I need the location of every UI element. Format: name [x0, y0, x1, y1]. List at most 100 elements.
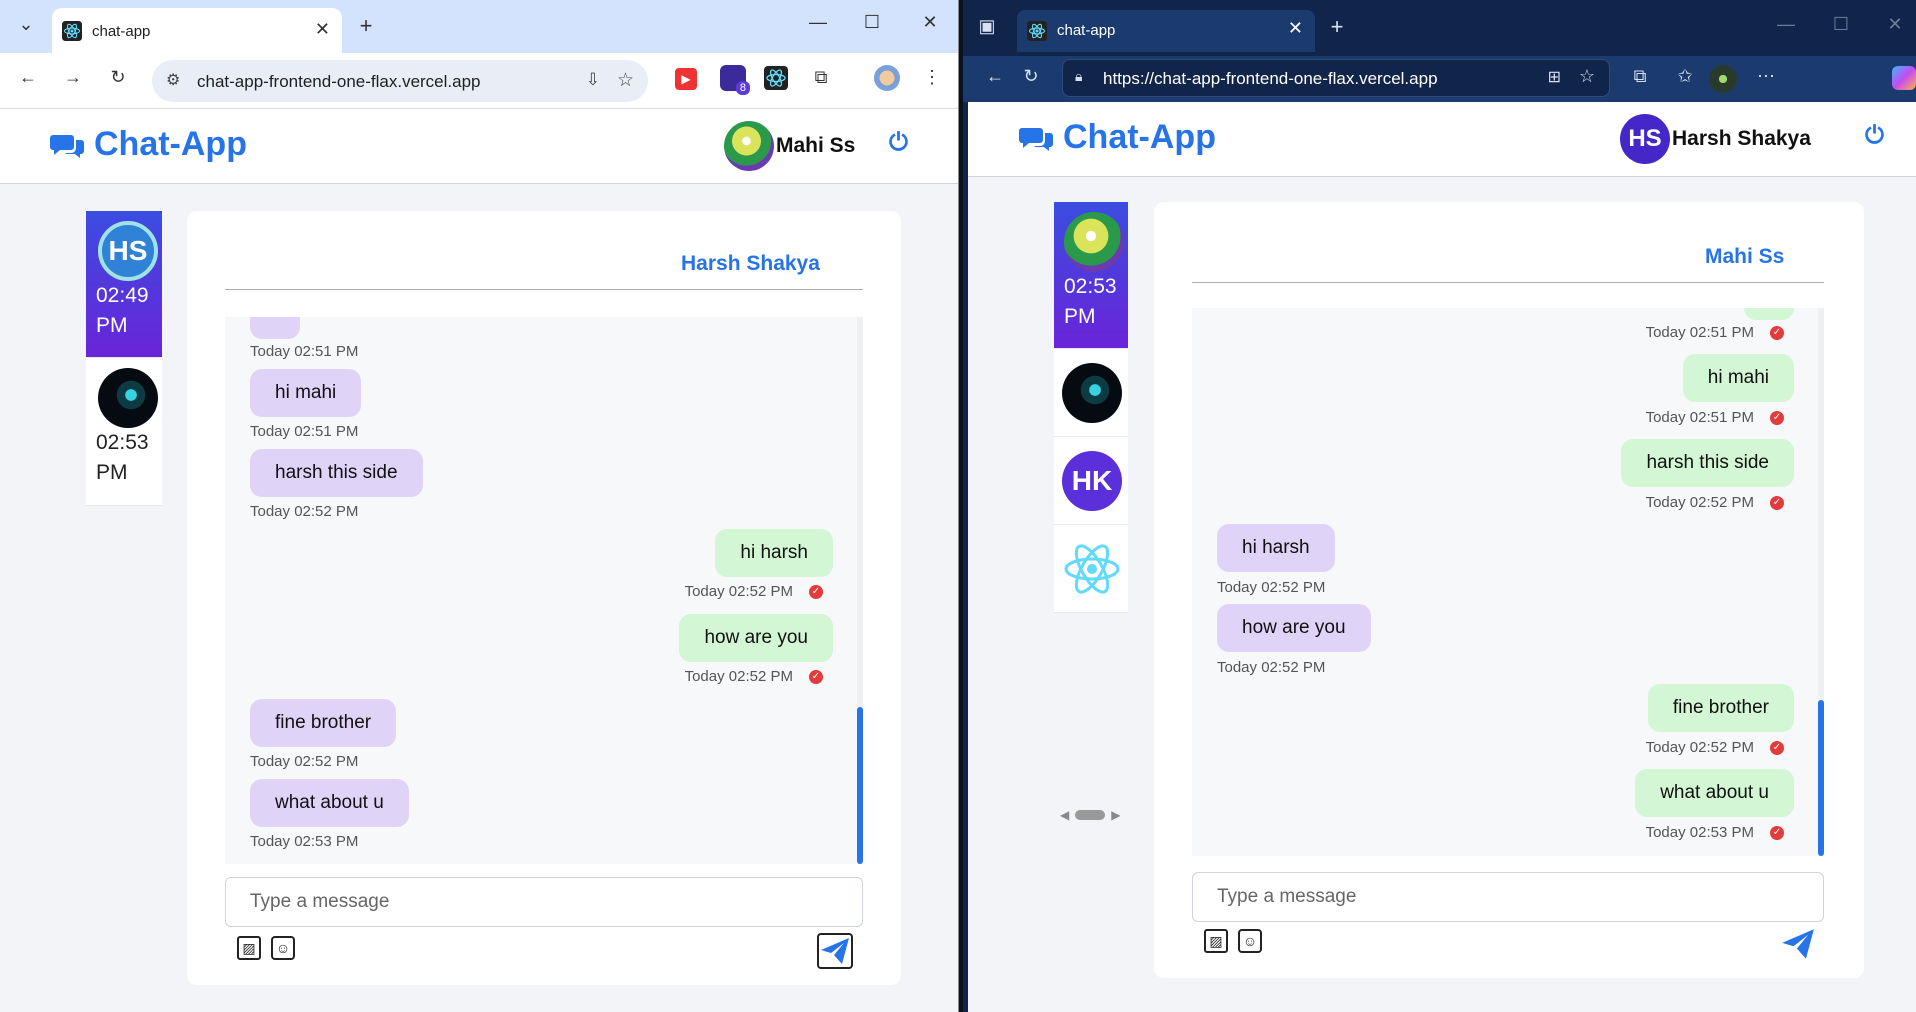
maximize-icon[interactable]: ☐ — [1829, 14, 1853, 35]
address-bar[interactable]: ⚙ chat-app-frontend-one-flax.vercel.app … — [152, 60, 648, 102]
scrollbar-thumb[interactable] — [1818, 700, 1824, 856]
message-input[interactable]: Type a message — [1192, 872, 1824, 922]
reload-icon[interactable]: ↻ — [1019, 66, 1043, 87]
message-list[interactable]: Today 02:51 PM hi mahi Today 02:51 PM ha… — [225, 317, 863, 864]
message-bubble — [250, 317, 300, 339]
install-app-icon[interactable]: ⇩ — [586, 70, 600, 90]
current-user[interactable]: HS Harsh Shakya — [1620, 114, 1811, 164]
address-bar[interactable]: 🔒︎ https://chat-app-frontend-one-flax.ve… — [1062, 59, 1610, 97]
contact-avatar — [1062, 363, 1122, 423]
message-out: fine brother — [1647, 684, 1794, 732]
power-logout-icon[interactable]: ⏻ — [889, 129, 908, 157]
menu-kebab-icon[interactable]: ⋮ — [920, 67, 944, 88]
current-user[interactable]: Mahi Ss — [724, 121, 855, 171]
message-time: Today 02:52 PM — [250, 753, 359, 770]
message-input[interactable]: Type a message — [225, 877, 863, 927]
composer-tools: ▨ ☺ — [1204, 929, 1262, 953]
message-time-row: Today 02:53 PM ✓ — [1646, 824, 1784, 841]
contact-avatar: HS — [98, 221, 158, 281]
message-time: Today 02:52 PM — [1645, 739, 1754, 756]
message-time-row: Today 02:51 PM ✓ — [1646, 409, 1784, 426]
power-logout-icon[interactable]: ⏻ — [1865, 122, 1884, 150]
app-available-icon[interactable]: ⊞ — [1548, 67, 1561, 87]
message-bubble: what about u — [250, 779, 409, 827]
user-avatar: HS — [1620, 114, 1670, 164]
contact-item-react[interactable] — [1054, 525, 1128, 613]
scroll-left-icon[interactable]: ◀ — [1060, 808, 1069, 822]
react-favicon-icon — [1027, 21, 1047, 41]
sidebar-horizontal-scrollbar[interactable]: ◀ ▶ — [1060, 808, 1120, 822]
message-out — [1744, 308, 1794, 320]
paper-plane-icon — [1782, 929, 1814, 959]
tab-close-icon[interactable]: ✕ — [315, 19, 330, 40]
bookmark-star-icon[interactable]: ☆ — [617, 69, 634, 92]
edge-window: ▣ chat-app ✕ + — ☐ ✕ ← ↻ 🔒︎ https://chat… — [963, 0, 1916, 1012]
message-bubble: hi harsh — [715, 529, 833, 577]
close-window-icon[interactable]: ✕ — [1883, 14, 1907, 35]
close-window-icon[interactable]: ✕ — [918, 12, 942, 33]
forward-icon[interactable]: → — [61, 67, 85, 88]
smiley-icon[interactable]: ☺ — [271, 936, 295, 960]
favorite-star-icon[interactable]: ☆ — [1579, 66, 1595, 87]
back-icon[interactable]: ← — [983, 66, 1007, 87]
new-tab-icon[interactable]: + — [354, 13, 378, 39]
check-circle-icon: ✓ — [1770, 411, 1784, 426]
contact-item-hs[interactable]: HS 02:49 PM — [86, 211, 162, 358]
tab-search-icon[interactable]: ⌄ — [14, 14, 38, 35]
chat-panel: Harsh Shakya Today 02:51 PM hi mahi Toda… — [187, 211, 901, 985]
message-out: harsh this side — [1621, 439, 1794, 487]
message-bubble: what about u — [1635, 769, 1794, 817]
settings-more-icon[interactable]: ⋯ — [1754, 66, 1778, 87]
lock-icon: 🔒︎ — [1075, 68, 1083, 84]
new-tab-icon[interactable]: + — [1325, 14, 1349, 40]
extension-badge-icon[interactable]: 8 — [720, 65, 750, 95]
scrollbar-thumb[interactable] — [1075, 810, 1106, 820]
tab-chat-app[interactable]: chat-app ✕ — [1017, 10, 1315, 52]
scroll-right-icon[interactable]: ▶ — [1111, 808, 1120, 822]
image-icon[interactable]: ▨ — [237, 936, 261, 960]
copilot-icon[interactable] — [1892, 66, 1916, 90]
image-icon[interactable]: ▨ — [1204, 929, 1228, 953]
brand-logo[interactable]: Chat-App — [50, 125, 247, 164]
contact-item-dark[interactable] — [1054, 349, 1128, 437]
scrollbar-thumb[interactable] — [857, 707, 863, 864]
app-header: Chat-App HS Harsh Shakya ⏻ — [968, 102, 1916, 177]
message-out: what about u — [1635, 769, 1794, 817]
maximize-icon[interactable]: ☐ — [860, 12, 884, 33]
tab-actions-icon[interactable]: ▣ — [975, 16, 999, 37]
chat-panel: Mahi Ss Today 02:51 PM ✓ hi mahi Today 02… — [1154, 202, 1864, 978]
react-devtools-icon[interactable] — [764, 66, 788, 90]
extensions-puzzle-icon[interactable]: ⧉ — [809, 67, 833, 88]
minimize-icon[interactable]: — — [806, 12, 830, 33]
site-info-icon[interactable]: ⚙ — [166, 70, 180, 90]
message-list[interactable]: Today 02:51 PM ✓ hi mahi Today 02:51 PM ✓ … — [1192, 308, 1824, 856]
chat-bubbles-icon — [1019, 127, 1053, 151]
minimize-icon[interactable]: — — [1774, 14, 1798, 35]
contact-time: 02:53 PM — [96, 431, 149, 484]
contact-item-dark[interactable]: 02:53 PM — [86, 358, 162, 506]
extensions-icon[interactable]: ⧉ — [1628, 66, 1652, 87]
contact-item-hk[interactable]: HK — [1054, 437, 1128, 525]
favorites-icon[interactable]: ✩ — [1673, 66, 1697, 87]
extension-red-icon[interactable]: ▶ — [675, 68, 697, 90]
contact-item-photo[interactable]: 02:53 PM — [1054, 202, 1128, 349]
message-time: Today 02:52 PM — [684, 668, 793, 685]
user-name: Mahi Ss — [776, 134, 856, 157]
chat-bubbles-icon — [50, 134, 84, 158]
smiley-icon[interactable]: ☺ — [1238, 929, 1262, 953]
brand-logo[interactable]: Chat-App — [1019, 118, 1216, 157]
reload-icon[interactable]: ↻ — [106, 67, 130, 88]
profile-avatar[interactable] — [1709, 65, 1737, 93]
send-button[interactable] — [817, 933, 853, 969]
tab-chat-app[interactable]: chat-app ✕ — [52, 8, 342, 53]
edge-tab-bar: ▣ chat-app ✕ + — ☐ ✕ — [963, 0, 1916, 56]
tab-close-icon[interactable]: ✕ — [1288, 18, 1303, 39]
message-time-row: Today 02:52 PM ✓ — [685, 583, 823, 600]
message-out: hi harsh — [715, 529, 833, 577]
message-time: Today 02:52 PM — [684, 583, 793, 600]
back-icon[interactable]: ← — [16, 67, 40, 88]
check-circle-icon: ✓ — [1770, 496, 1784, 511]
profile-avatar[interactable] — [874, 65, 900, 91]
check-circle-icon: ✓ — [1770, 826, 1784, 841]
send-button[interactable] — [1780, 926, 1816, 962]
